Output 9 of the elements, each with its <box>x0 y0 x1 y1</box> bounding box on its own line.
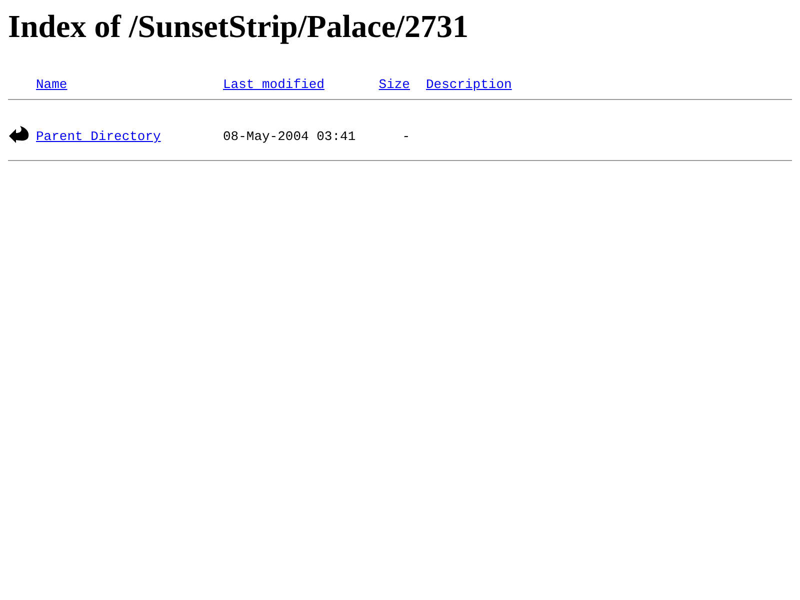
page-title: Index of /SunsetStrip/Palace/2731 <box>8 7 470 46</box>
parent-directory-link[interactable]: Parent Directory <box>36 129 161 144</box>
file-size: - <box>401 129 410 144</box>
back-arrow-icon <box>8 124 30 144</box>
column-header-link[interactable]: Last modified <box>223 77 324 92</box>
column-header-link[interactable]: Size <box>378 77 410 92</box>
modified-date: 08-May-2004 03:41 <box>223 129 357 144</box>
column-header-link[interactable]: Description <box>426 77 512 92</box>
column-header-link[interactable]: Name <box>36 77 68 92</box>
